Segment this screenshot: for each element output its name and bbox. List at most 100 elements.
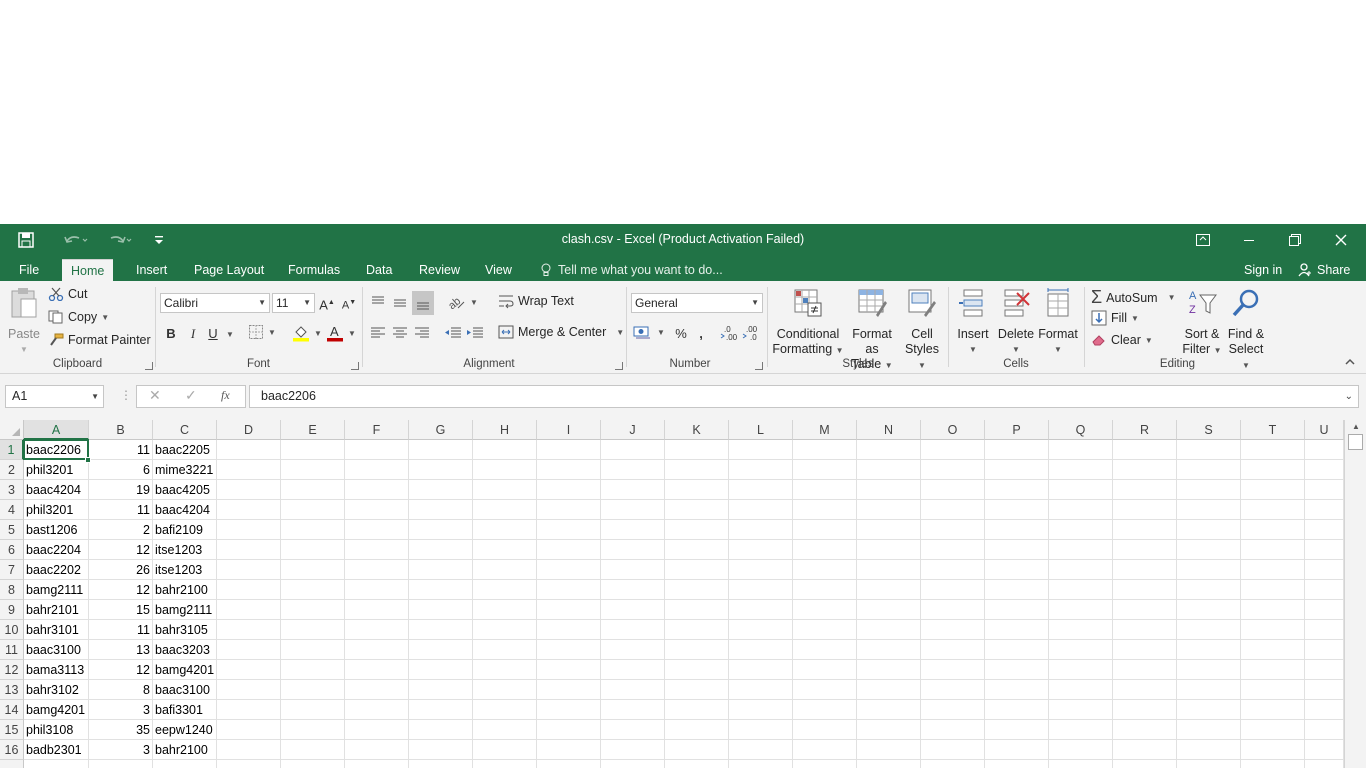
grid-cell[interactable] [1113,640,1177,660]
grid-cell[interactable] [985,580,1049,600]
grid-cell[interactable] [665,480,729,500]
grid-cell[interactable] [729,740,793,760]
grid-cell[interactable] [409,600,473,620]
grid-cell[interactable] [665,620,729,640]
ribbon-display-options-icon[interactable] [1180,224,1226,256]
grid-cell[interactable] [1113,620,1177,640]
grid-cell[interactable] [1241,620,1305,640]
grid-cell[interactable] [473,700,537,720]
shrink-font-button[interactable]: A▼ [340,293,358,313]
fill-handle[interactable] [85,457,91,463]
grid-cell[interactable] [601,640,665,660]
grid-cell[interactable] [665,680,729,700]
grid-cell[interactable] [793,580,857,600]
row-header[interactable]: 2 [0,460,24,480]
grid-cell[interactable] [665,540,729,560]
grid-cell[interactable] [281,500,345,520]
fill-color-button[interactable]: ▼ [292,324,322,342]
scroll-thumb[interactable] [1348,434,1363,450]
grid-cell[interactable] [1241,740,1305,760]
tell-me-search[interactable]: Tell me what you want to do... [540,259,723,281]
grid-cell[interactable] [1241,720,1305,740]
grid-cell[interactable]: 11 [89,620,153,640]
grid-cell[interactable] [1305,640,1344,660]
column-header-t[interactable]: T [1241,420,1305,440]
grid-cell[interactable] [601,560,665,580]
grid-cell[interactable] [473,460,537,480]
grid-cell[interactable] [1177,640,1241,660]
column-header-e[interactable]: E [281,420,345,440]
grid-cell[interactable] [921,480,985,500]
number-format-dropdown[interactable]: General ▼ [631,293,763,313]
grid-cell[interactable] [793,620,857,640]
grid-cell[interactable] [1241,540,1305,560]
grid-cell[interactable] [857,760,921,768]
grid-cell[interactable] [793,680,857,700]
grid-cell[interactable] [985,740,1049,760]
font-name-dropdown[interactable]: Calibri ▼ [160,293,270,313]
grid-cell[interactable] [921,700,985,720]
grid-cell[interactable] [409,740,473,760]
minimize-icon[interactable] [1226,224,1272,256]
grid-cell[interactable] [1049,660,1113,680]
grid-cell[interactable] [985,540,1049,560]
grid-cell[interactable] [153,760,217,768]
grid-cell[interactable] [1305,480,1344,500]
grid-cell[interactable]: 8 [89,680,153,700]
column-header-o[interactable]: O [921,420,985,440]
grid-cell[interactable] [1241,500,1305,520]
grid-cell[interactable] [1049,700,1113,720]
grid-cell[interactable] [1113,440,1177,460]
insert-cells-button[interactable]: Insert ▼ [953,287,993,357]
grid-cell[interactable] [1241,520,1305,540]
tab-data[interactable]: Data [357,259,401,281]
grid-cell[interactable] [985,660,1049,680]
grid-cell[interactable]: 35 [89,720,153,740]
grid-cell[interactable] [281,460,345,480]
grid-cell[interactable] [409,560,473,580]
close-icon[interactable] [1318,224,1364,256]
grid-cell[interactable] [217,640,281,660]
grid-cell[interactable] [921,440,985,460]
grid-cell[interactable] [24,760,89,768]
underline-button[interactable]: U ▼ [204,324,234,344]
grid-cell[interactable] [729,620,793,640]
grid-cell[interactable] [1049,460,1113,480]
grid-cell[interactable]: bama3113 [24,660,89,680]
grid-cell[interactable] [217,500,281,520]
grid-cell[interactable] [473,680,537,700]
grid-cell[interactable] [345,480,409,500]
grid-cell[interactable] [537,580,601,600]
grid-cell[interactable] [1113,520,1177,540]
orientation-button[interactable]: ab ▼ [446,293,478,311]
grid-cell[interactable]: baac2202 [24,560,89,580]
conditional-formatting-button[interactable]: Conditional Formatting ▼ [772,287,844,358]
grid-cell[interactable] [345,560,409,580]
grid-cell[interactable]: baac4205 [153,480,217,500]
grid-cell[interactable] [1305,500,1344,520]
column-header-d[interactable]: D [217,420,281,440]
grid-cell[interactable] [1177,440,1241,460]
grid-cell[interactable] [1113,600,1177,620]
grid-cell[interactable] [1305,660,1344,680]
grid-cell[interactable]: itse1203 [153,560,217,580]
grid-cell[interactable] [857,640,921,660]
decrease-decimal-button[interactable]: .00.0 [742,324,762,342]
merge-center-button[interactable]: Merge & Center ▼ [498,324,624,340]
grid-cell[interactable] [985,680,1049,700]
grid-cell[interactable]: baac3100 [24,640,89,660]
copy-button[interactable]: Copy ▼ [48,310,109,324]
grid-cell[interactable] [217,480,281,500]
grid-cell[interactable] [537,600,601,620]
grid-cell[interactable] [665,500,729,520]
grid-cell[interactable] [217,760,281,768]
grid-cell[interactable] [729,720,793,740]
grid-cell[interactable] [985,440,1049,460]
align-right-button[interactable] [412,324,432,342]
grid-cell[interactable] [1177,680,1241,700]
grid-cell[interactable] [857,700,921,720]
tab-formulas[interactable]: Formulas [279,259,349,281]
grid-cell[interactable] [1305,540,1344,560]
grid-cell[interactable] [729,680,793,700]
column-header-n[interactable]: N [857,420,921,440]
